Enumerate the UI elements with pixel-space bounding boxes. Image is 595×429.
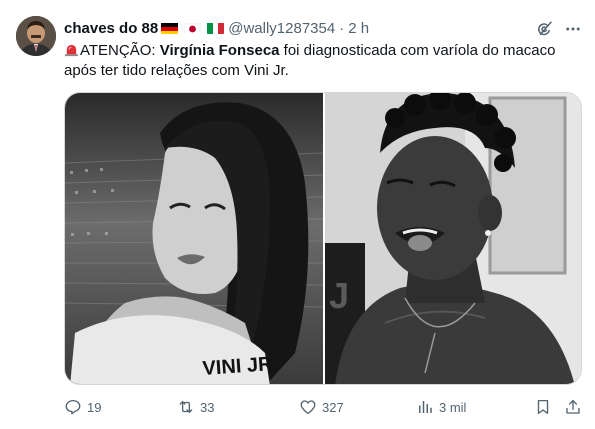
views-button[interactable]: 3 mil [416, 398, 466, 416]
user-handle[interactable]: @wally1287354 [228, 20, 335, 37]
avatar[interactable] [16, 16, 56, 56]
svg-text:J: J [329, 275, 349, 316]
repost-button[interactable]: 33 [177, 398, 214, 416]
media-image-right[interactable]: J [325, 93, 581, 384]
more-icon[interactable] [564, 20, 582, 38]
bookmark-icon [537, 399, 549, 415]
separator-dot: · [339, 19, 345, 37]
views-icon [419, 401, 432, 413]
share-button[interactable] [564, 398, 582, 416]
siren-icon [64, 42, 79, 57]
tweet-text: ATENÇÃO: Virgínia Fonseca foi diagnostic… [64, 41, 574, 81]
views-count: 3 mil [439, 399, 467, 415]
tweet-text-mention: Virgínia Fonseca [159, 42, 280, 59]
media-image-left[interactable]: VINI JR. [65, 93, 324, 384]
flag-italy-icon [207, 22, 225, 34]
tweet-text-prefix: ATENÇÃO: [80, 42, 160, 59]
reply-count: 19 [87, 399, 102, 415]
heart-icon [300, 400, 316, 415]
media-grid[interactable]: VINI JR. J [64, 92, 582, 385]
flag-japan-icon [184, 22, 202, 34]
repost-icon [179, 401, 193, 413]
bookmark-button[interactable] [534, 398, 552, 416]
share-icon [566, 399, 580, 414]
reply-button[interactable]: 19 [64, 398, 101, 416]
avatar-image [16, 16, 56, 56]
display-name[interactable]: chaves do 88 [64, 20, 158, 37]
tweet[interactable]: chaves do 88 @wally1287354 · 2 h ATENÇÃO… [0, 0, 595, 429]
repost-count: 33 [200, 399, 215, 415]
flag-germany-icon [161, 22, 179, 34]
grok-icon[interactable] [536, 20, 554, 38]
timestamp[interactable]: 2 h [348, 20, 369, 37]
tweet-header: chaves do 88 @wally1287354 · 2 h [64, 17, 369, 39]
like-button[interactable]: 327 [299, 398, 344, 416]
like-count: 327 [322, 399, 344, 415]
reply-icon [65, 399, 81, 415]
tweet-actions: 19 33 327 3 mil [64, 398, 584, 418]
